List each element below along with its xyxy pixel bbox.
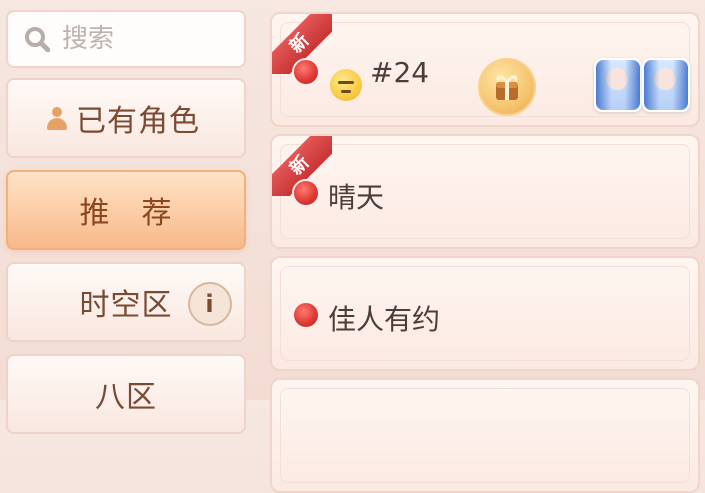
server-card[interactable]: 佳人有约 bbox=[270, 256, 700, 371]
tab-zone-8[interactable]: 八区 bbox=[6, 354, 246, 434]
neutral-face-icon bbox=[330, 69, 362, 101]
person-icon bbox=[46, 107, 68, 131]
tab-label: 八区 bbox=[95, 380, 157, 415]
server-name: 晴天 bbox=[328, 181, 385, 214]
tab-label: 已有角色 bbox=[76, 104, 200, 139]
search-input[interactable] bbox=[60, 23, 234, 55]
tab-existing-roles[interactable]: 已有角色 bbox=[6, 78, 246, 158]
search-box[interactable] bbox=[6, 10, 246, 68]
gift-icon bbox=[496, 75, 518, 100]
tab-label: 时空区 bbox=[79, 288, 173, 323]
server-card[interactable] bbox=[270, 378, 700, 493]
info-icon[interactable]: i bbox=[188, 282, 232, 326]
tab-label: 推 荐 bbox=[79, 196, 173, 231]
server-name: 佳人有约 bbox=[328, 303, 441, 336]
status-dot bbox=[294, 303, 318, 327]
search-icon bbox=[25, 27, 50, 52]
sidebar: 已有角色 推 荐 时空区 i 八区 bbox=[0, 0, 258, 434]
server-card[interactable]: 新 #24 bbox=[270, 12, 700, 127]
tab-time-space-zone[interactable]: 时空区 i bbox=[6, 262, 246, 342]
status-dot bbox=[294, 181, 318, 205]
tab-recommended[interactable]: 推 荐 bbox=[6, 170, 246, 250]
card-frame bbox=[280, 388, 690, 483]
server-name: #24 bbox=[370, 56, 430, 89]
server-card[interactable]: 新 晴天 bbox=[270, 134, 700, 249]
status-dot bbox=[294, 60, 318, 84]
server-list: 新 #24 新 晴天 佳人有约 bbox=[270, 0, 705, 493]
role-avatar bbox=[642, 58, 690, 112]
gift-button[interactable] bbox=[478, 58, 536, 116]
role-avatar bbox=[594, 58, 642, 112]
